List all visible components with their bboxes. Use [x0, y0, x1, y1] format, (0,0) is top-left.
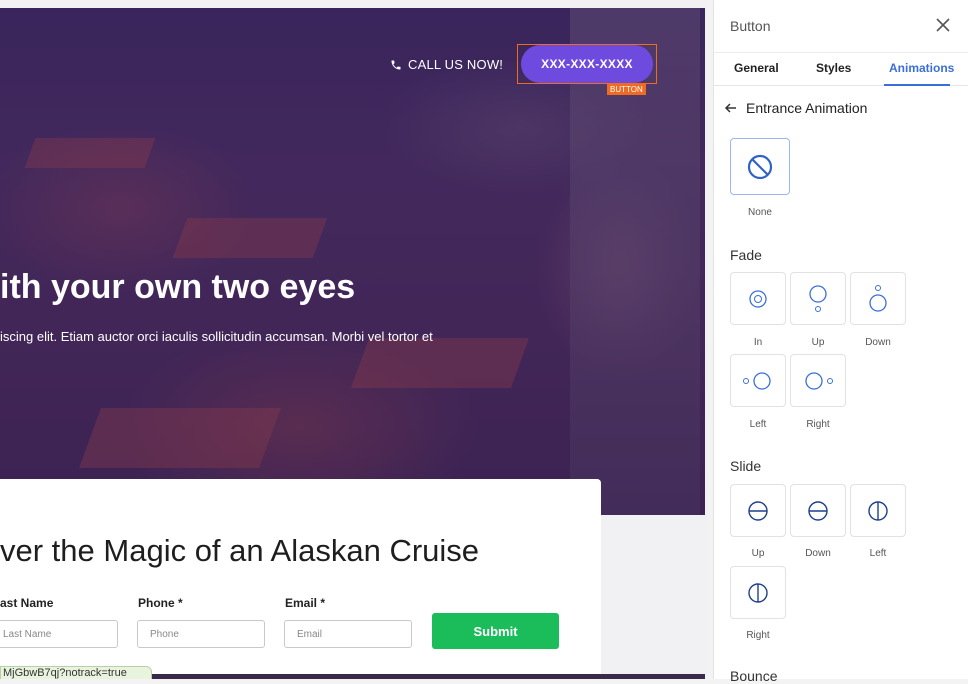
settings-panel: Button General Styles Animations Entranc…: [713, 0, 968, 684]
slide-up-label: Up: [751, 548, 765, 559]
slide-right-icon: [748, 582, 768, 603]
phone-label: Phone *: [138, 596, 183, 610]
fade-up-label: Up: [811, 337, 825, 348]
email-label: Email *: [285, 596, 326, 610]
none-label: None: [748, 207, 772, 218]
fade-up-option[interactable]: [790, 272, 846, 325]
slide-left-icon: [868, 500, 888, 521]
tab-general[interactable]: General: [734, 61, 779, 75]
email-input[interactable]: Email: [284, 620, 412, 648]
hero-title: ith your own two eyes: [0, 268, 356, 306]
slide-section-title: Slide: [730, 458, 762, 474]
fade-up-icon: [809, 284, 827, 312]
fade-left-label: Left: [749, 419, 767, 430]
call-us-text: CALL US NOW!: [408, 57, 504, 72]
slide-up-option[interactable]: [730, 484, 786, 537]
slide-left-label: Left: [869, 548, 887, 559]
fade-left-option[interactable]: [730, 354, 786, 407]
back-arrow-icon[interactable]: [724, 101, 738, 115]
slide-right-label: Right: [746, 630, 770, 641]
slide-down-icon: [808, 500, 828, 521]
hero-overlay: [0, 8, 705, 515]
selection-tag: BUTTON: [607, 84, 646, 95]
fade-right-label: Right: [806, 419, 830, 430]
fade-in-label: In: [753, 337, 763, 348]
submit-button[interactable]: Submit: [432, 613, 559, 649]
fade-right-option[interactable]: [790, 354, 846, 407]
fade-left-icon: [743, 371, 771, 390]
close-icon[interactable]: [935, 17, 951, 33]
fade-down-label: Down: [865, 337, 891, 348]
slide-down-label: Down: [805, 548, 831, 559]
fade-in-option[interactable]: [730, 272, 786, 325]
phone-icon: [391, 60, 401, 69]
fade-in-icon: [749, 289, 767, 308]
form-card: [0, 479, 601, 679]
panel-tabs: General Styles Animations: [714, 52, 968, 86]
last-name-label: ast Name: [0, 596, 54, 610]
status-url: MjGbwB7qj?notrack=true: [0, 666, 152, 679]
none-icon: [747, 154, 773, 179]
fade-down-icon: [869, 284, 887, 312]
tab-styles[interactable]: Styles: [816, 61, 851, 75]
slide-down-option[interactable]: [790, 484, 846, 537]
form-title: ver the Magic of an Alaskan Cruise: [0, 533, 480, 568]
entrance-animation-title: Entrance Animation: [746, 100, 868, 116]
phone-button[interactable]: XXX-XXX-XXXX: [521, 45, 653, 83]
animation-none-option[interactable]: [730, 138, 790, 195]
last-name-input[interactable]: Last Name: [0, 620, 118, 648]
slide-left-option[interactable]: [850, 484, 906, 537]
active-tab-indicator: [884, 84, 950, 86]
fade-section-title: Fade: [730, 247, 762, 263]
page-canvas: CALL US NOW! XXX-XXX-XXXX BUTTON ith you…: [0, 0, 708, 679]
panel-title: Button: [730, 18, 771, 34]
hero-section: [0, 8, 705, 515]
tab-animations[interactable]: Animations: [889, 61, 954, 75]
fade-right-icon: [805, 371, 833, 390]
fade-down-option[interactable]: [850, 272, 906, 325]
hero-subtitle: iscing elit. Etiam auctor orci iaculis s…: [0, 329, 433, 344]
slide-right-option[interactable]: [730, 566, 786, 619]
call-us-link[interactable]: CALL US NOW!: [390, 57, 503, 72]
slide-up-icon: [748, 500, 768, 521]
bounce-section-title: Bounce: [730, 668, 778, 684]
phone-input[interactable]: Phone: [137, 620, 265, 648]
